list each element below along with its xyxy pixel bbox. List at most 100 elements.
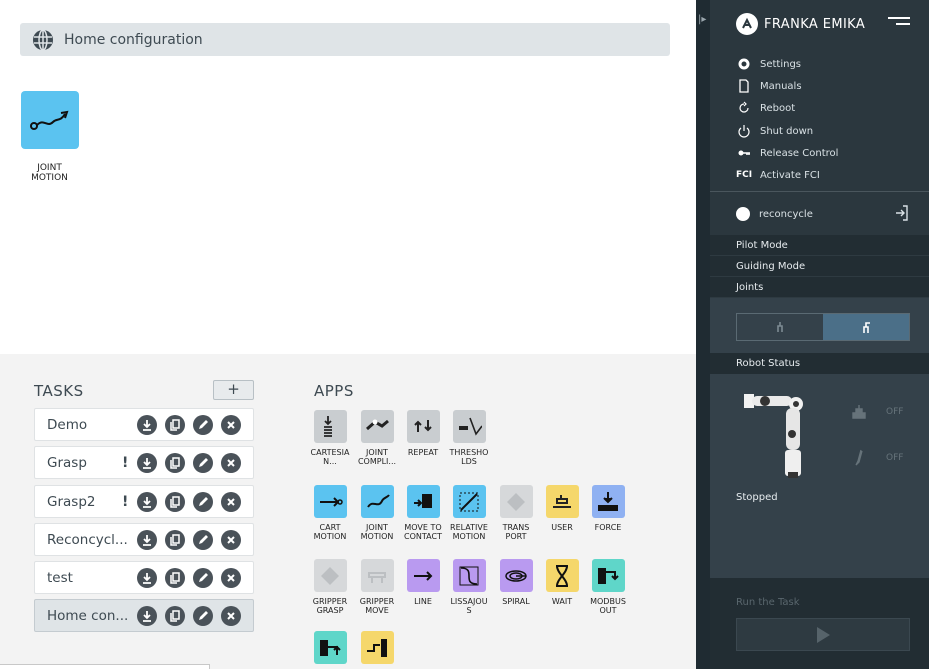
app-item[interactable]: WAIT [538, 559, 586, 606]
menu-item-activate-fci[interactable]: FCI Activate FCI [736, 168, 820, 182]
delete-button[interactable] [221, 568, 241, 588]
delete-button[interactable] [221, 453, 241, 473]
sidebar-collapse-strip[interactable]: |▸ [696, 0, 710, 669]
app-tile[interactable] [406, 485, 440, 518]
task-row[interactable]: Grasp2! [34, 485, 254, 518]
menu-item-shut-down[interactable]: Shut down [736, 124, 813, 138]
task-row[interactable]: Demo [34, 408, 254, 441]
menu-item-reboot[interactable]: Reboot [736, 101, 795, 115]
menu-item-settings[interactable]: Settings [736, 57, 801, 71]
edit-icon [199, 497, 208, 506]
task-row[interactable]: test [34, 561, 254, 594]
task-row[interactable]: Reconcycl... [34, 523, 254, 556]
app-item[interactable]: JOINT COMPLI... [353, 410, 401, 466]
joint-compliance-icon [366, 419, 389, 430]
app-tile[interactable] [591, 485, 625, 518]
duplicate-icon [170, 534, 180, 546]
delete-button[interactable] [221, 530, 241, 550]
app-tile[interactable] [360, 485, 394, 518]
edit-button[interactable] [193, 606, 213, 626]
horizontal-scrollbar[interactable] [0, 664, 210, 669]
download-button[interactable] [137, 606, 157, 626]
app-tile[interactable] [452, 410, 486, 443]
download-icon [143, 611, 151, 622]
edit-button[interactable] [193, 415, 213, 435]
app-item[interactable]: RELATIVE MOTION [445, 485, 493, 541]
hand-icon [777, 322, 783, 332]
delete-button[interactable] [221, 492, 241, 512]
rotation-mode-option[interactable] [823, 314, 909, 340]
app-item[interactable] [306, 631, 354, 669]
app-item[interactable]: FORCE [584, 485, 632, 532]
download-button[interactable] [137, 568, 157, 588]
translation-mode-option[interactable] [737, 314, 823, 340]
app-tile[interactable] [499, 559, 533, 592]
app-tile[interactable] [452, 559, 486, 592]
mode-pilot[interactable]: Pilot Mode [710, 235, 929, 256]
app-item[interactable]: CART MOTION [306, 485, 354, 541]
download-button[interactable] [137, 530, 157, 550]
edit-button[interactable] [193, 568, 213, 588]
menu-item-release-control[interactable]: Release Control [736, 146, 838, 160]
app-item[interactable]: SPIRAL [492, 559, 540, 606]
add-task-button[interactable]: + [213, 380, 254, 400]
app-item[interactable]: MODBUS OUT [584, 559, 632, 615]
app-tile[interactable] [499, 485, 533, 518]
app-tile[interactable] [313, 485, 347, 518]
app-tile[interactable] [545, 559, 579, 592]
duplicate-button[interactable] [165, 492, 185, 512]
gripper-grasp-icon [321, 566, 339, 585]
download-button[interactable] [137, 415, 157, 435]
edit-button[interactable] [193, 530, 213, 550]
app-tile[interactable] [545, 485, 579, 518]
app-item[interactable]: LINE [399, 559, 447, 606]
app-tile[interactable] [313, 559, 347, 592]
duplicate-button[interactable] [165, 453, 185, 473]
duplicate-button[interactable] [165, 568, 185, 588]
app-item[interactable]: REPEAT [399, 410, 447, 457]
app-tile[interactable] [360, 559, 394, 592]
app-item[interactable]: JOINT MOTION [353, 485, 401, 541]
app-item[interactable] [353, 631, 401, 669]
delete-button[interactable] [221, 415, 241, 435]
run-task-button[interactable] [736, 618, 910, 651]
app-tile[interactable] [313, 631, 347, 664]
task-header[interactable]: Home configuration [20, 23, 670, 56]
task-title: Home configuration [64, 31, 203, 48]
app-tile[interactable] [360, 410, 394, 443]
task-row[interactable]: Home con... [34, 599, 254, 632]
timeline-app-label: JOINT MOTION [31, 163, 68, 183]
app-tile[interactable] [591, 559, 625, 592]
collapse-handle-icon[interactable]: |▸ [698, 14, 706, 25]
menu-item-manuals[interactable]: Manuals [736, 79, 802, 93]
app-tile[interactable] [452, 485, 486, 518]
app-tile[interactable] [406, 410, 440, 443]
duplicate-button[interactable] [165, 415, 185, 435]
edit-button[interactable] [193, 453, 213, 473]
guiding-toggle[interactable] [736, 313, 910, 341]
app-item[interactable]: GRIPPER MOVE [353, 559, 401, 615]
app-item[interactable]: TRANS PORT [492, 485, 540, 541]
app-tile[interactable] [360, 631, 394, 664]
download-button[interactable] [137, 492, 157, 512]
app-item[interactable]: CARTESIA N... [306, 410, 354, 466]
download-button[interactable] [137, 453, 157, 473]
app-item[interactable]: MOVE TO CONTACT [399, 485, 447, 541]
delete-button[interactable] [221, 606, 241, 626]
hamburger-menu-icon[interactable] [888, 17, 910, 31]
edit-button[interactable] [193, 492, 213, 512]
mode-joints[interactable]: Joints [710, 277, 929, 298]
mode-guiding[interactable]: Guiding Mode [710, 256, 929, 277]
timeline-app-tile[interactable] [20, 91, 79, 149]
app-item[interactable]: THRESHO LDS [445, 410, 493, 466]
logout-icon[interactable] [894, 205, 908, 221]
app-item[interactable]: LISSAJOU S [445, 559, 493, 615]
app-tile[interactable] [313, 410, 347, 443]
duplicate-button[interactable] [165, 530, 185, 550]
app-item[interactable]: USER [538, 485, 586, 532]
app-item[interactable]: GRIPPER GRASP [306, 559, 354, 615]
duplicate-button[interactable] [165, 606, 185, 626]
task-row[interactable]: Grasp! [34, 446, 254, 479]
app-tile[interactable] [406, 559, 440, 592]
timeline-app-joint-motion[interactable]: JOINT MOTION [20, 91, 79, 183]
